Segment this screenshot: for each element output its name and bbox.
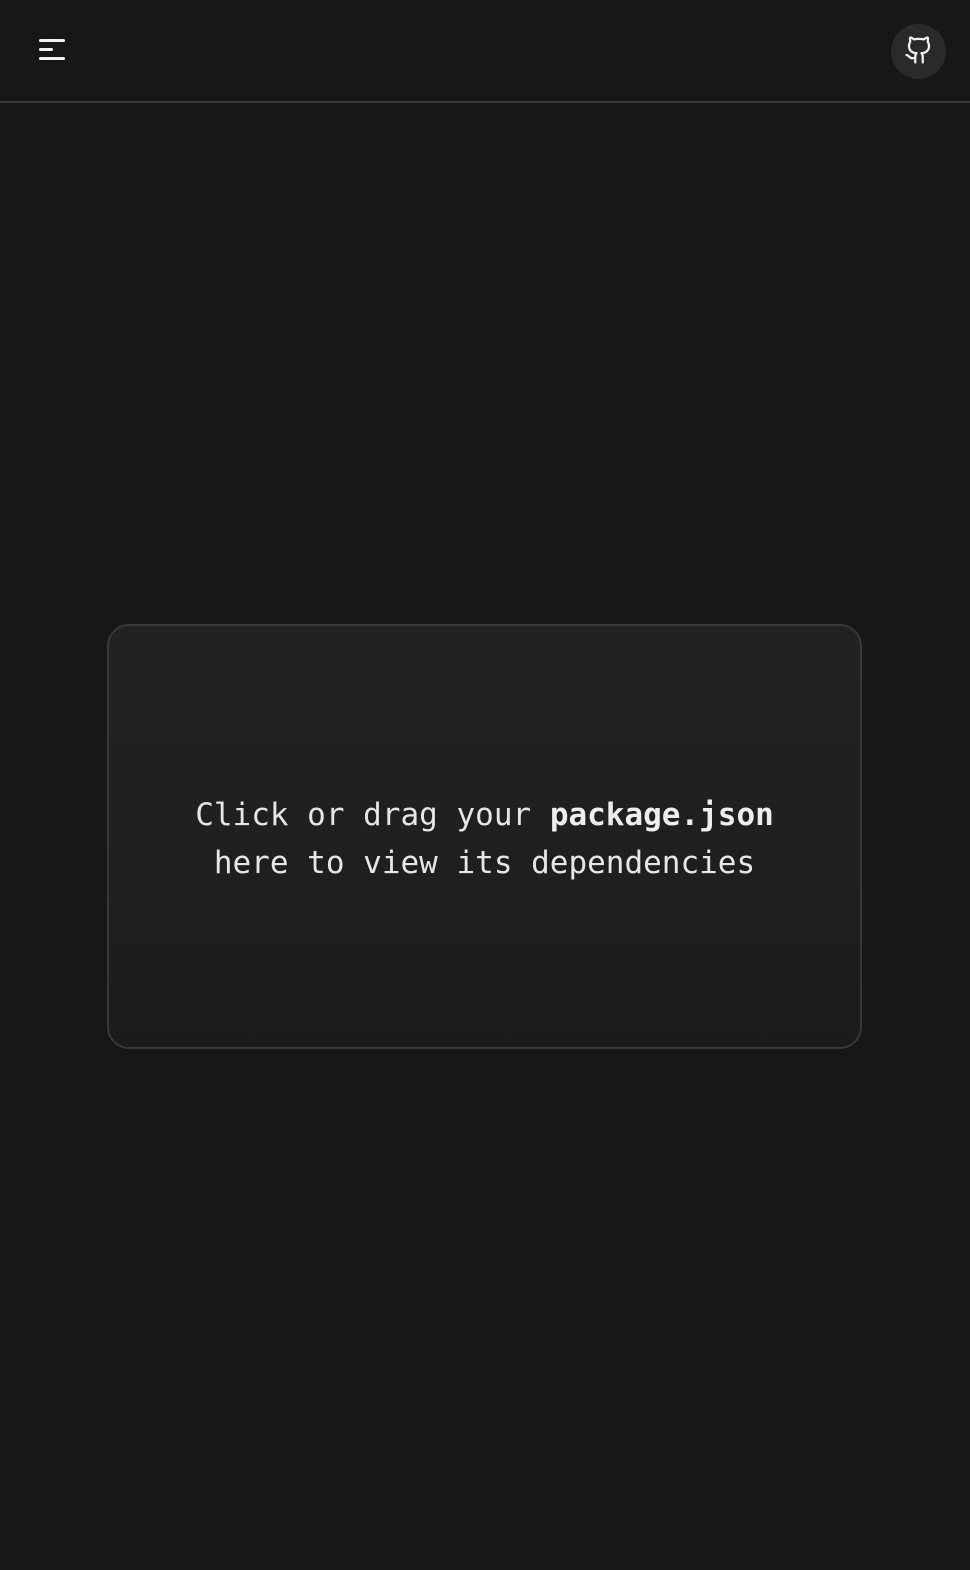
dropzone-filename: package.json [549, 796, 774, 833]
dropzone-text-before: Click or drag your [195, 796, 550, 833]
hamburger-menu-icon [37, 37, 67, 67]
top-bar [0, 0, 970, 103]
file-dropzone[interactable]: Click or drag your package.json here to … [107, 624, 862, 1049]
menu-button[interactable] [32, 32, 72, 72]
github-button[interactable] [891, 24, 946, 79]
github-icon [904, 35, 934, 69]
dropzone-instructions: Click or drag your package.json here to … [195, 791, 774, 887]
dropzone-text-after: here to view its dependencies [213, 844, 756, 881]
